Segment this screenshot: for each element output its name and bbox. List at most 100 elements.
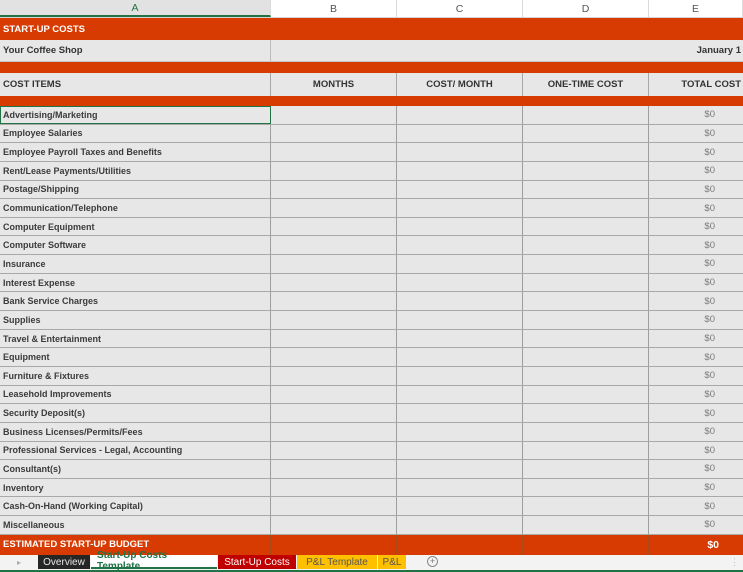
- cost-item[interactable]: Postage/Shipping: [0, 180, 271, 199]
- budget-total[interactable]: $0: [649, 535, 743, 555]
- cost-item[interactable]: Miscellaneous: [0, 516, 271, 534]
- months-cell[interactable]: [271, 161, 397, 180]
- months-cell[interactable]: [271, 124, 397, 143]
- date-label[interactable]: January 1: [271, 40, 743, 61]
- column-header-e[interactable]: E: [649, 0, 743, 17]
- cost-item[interactable]: Furniture & Fixtures: [0, 366, 271, 385]
- one-time-cell[interactable]: [523, 348, 649, 366]
- total-cell[interactable]: $0: [649, 143, 743, 161]
- one-time-cell[interactable]: [523, 180, 649, 199]
- one-time-cell[interactable]: [523, 199, 649, 217]
- column-header-a[interactable]: A: [0, 0, 271, 17]
- add-sheet-icon[interactable]: +: [427, 556, 438, 567]
- total-cell[interactable]: $0: [649, 386, 743, 404]
- cost-item[interactable]: Advertising/Marketing: [0, 106, 271, 124]
- cost-item[interactable]: Bank Service Charges: [0, 292, 271, 311]
- months-cell[interactable]: [271, 199, 397, 217]
- total-cell[interactable]: $0: [649, 292, 743, 310]
- one-time-cell[interactable]: [523, 143, 649, 161]
- cost-month-cell[interactable]: [397, 255, 523, 273]
- one-time-cell[interactable]: [523, 422, 649, 441]
- cost-month-cell[interactable]: [397, 311, 523, 329]
- cost-month-cell[interactable]: [397, 385, 523, 404]
- cost-item[interactable]: Insurance: [0, 255, 271, 273]
- cost-item[interactable]: Professional Services - Legal, Accountin…: [0, 441, 271, 460]
- months-cell[interactable]: [271, 385, 397, 404]
- cost-item[interactable]: Supplies: [0, 311, 271, 329]
- tab-start-up-costs-template[interactable]: Start-Up Costs Template: [91, 550, 217, 572]
- total-cell[interactable]: $0: [649, 162, 743, 180]
- business-name[interactable]: Your Coffee Shop: [0, 40, 271, 61]
- cost-month-cell[interactable]: [397, 516, 523, 534]
- one-time-cell[interactable]: [523, 478, 649, 497]
- months-cell[interactable]: [271, 180, 397, 199]
- total-cell[interactable]: $0: [649, 442, 743, 460]
- tab-scroll-icon[interactable]: ▸: [0, 555, 38, 569]
- cost-month-cell[interactable]: [397, 497, 523, 516]
- one-time-cell[interactable]: [523, 273, 649, 292]
- one-time-cell[interactable]: [523, 311, 649, 329]
- cost-item[interactable]: Inventory: [0, 478, 271, 497]
- cost-month-cell[interactable]: [397, 106, 523, 124]
- one-time-cell[interactable]: [523, 460, 649, 478]
- one-time-cell[interactable]: [523, 161, 649, 180]
- tab-pl-template[interactable]: P&L Template: [297, 555, 377, 569]
- cost-month-cell[interactable]: [397, 348, 523, 366]
- months-cell[interactable]: [271, 460, 397, 478]
- cost-item[interactable]: Equipment: [0, 348, 271, 366]
- total-cell[interactable]: $0: [649, 404, 743, 422]
- one-time-cell[interactable]: [523, 292, 649, 311]
- cost-month-cell[interactable]: [397, 366, 523, 385]
- cost-month-cell[interactable]: [397, 273, 523, 292]
- header-total-cost[interactable]: TOTAL COST: [649, 73, 743, 96]
- cost-item[interactable]: Consultant(s): [0, 460, 271, 478]
- cost-item[interactable]: Employee Salaries: [0, 124, 271, 143]
- cost-item[interactable]: Travel & Entertainment: [0, 329, 271, 348]
- header-one-time-cost[interactable]: ONE-TIME COST: [523, 73, 649, 96]
- total-cell[interactable]: $0: [649, 367, 743, 385]
- one-time-cell[interactable]: [523, 497, 649, 516]
- months-cell[interactable]: [271, 292, 397, 311]
- header-cost-items[interactable]: COST ITEMS: [0, 73, 271, 96]
- one-time-cell[interactable]: [523, 255, 649, 273]
- cost-month-cell[interactable]: [397, 404, 523, 422]
- cost-item[interactable]: Cash-On-Hand (Working Capital): [0, 497, 271, 516]
- months-cell[interactable]: [271, 441, 397, 460]
- months-cell[interactable]: [271, 404, 397, 422]
- total-cell[interactable]: $0: [649, 311, 743, 329]
- cost-item[interactable]: Leasehold Improvements: [0, 385, 271, 404]
- total-cell[interactable]: $0: [649, 423, 743, 441]
- months-cell[interactable]: [271, 516, 397, 534]
- budget-one-time-cell[interactable]: [523, 534, 649, 555]
- total-cell[interactable]: $0: [649, 255, 743, 273]
- header-cost-month[interactable]: COST/ MONTH: [397, 73, 523, 96]
- one-time-cell[interactable]: [523, 441, 649, 460]
- sheet-title[interactable]: START-UP COSTS: [0, 18, 743, 40]
- more-options-icon[interactable]: ⋮: [730, 557, 739, 568]
- cost-month-cell[interactable]: [397, 180, 523, 199]
- cost-item[interactable]: Employee Payroll Taxes and Benefits: [0, 143, 271, 161]
- total-cell[interactable]: $0: [649, 274, 743, 292]
- column-header-d[interactable]: D: [523, 0, 649, 17]
- total-cell[interactable]: $0: [649, 497, 743, 515]
- months-cell[interactable]: [271, 236, 397, 255]
- total-cell[interactable]: $0: [649, 181, 743, 199]
- column-header-c[interactable]: C: [397, 0, 523, 17]
- total-cell[interactable]: $0: [649, 236, 743, 254]
- total-cell[interactable]: $0: [649, 125, 743, 143]
- tab-overview[interactable]: Overview: [38, 555, 90, 569]
- cost-month-cell[interactable]: [397, 143, 523, 161]
- budget-months-cell[interactable]: [271, 534, 397, 555]
- one-time-cell[interactable]: [523, 124, 649, 143]
- one-time-cell[interactable]: [523, 516, 649, 534]
- cost-month-cell[interactable]: [397, 478, 523, 497]
- cost-month-cell[interactable]: [397, 161, 523, 180]
- cost-item[interactable]: Computer Software: [0, 236, 271, 255]
- months-cell[interactable]: [271, 366, 397, 385]
- months-cell[interactable]: [271, 143, 397, 161]
- tab-start-up-costs[interactable]: Start-Up Costs: [218, 555, 296, 569]
- one-time-cell[interactable]: [523, 329, 649, 348]
- total-cell[interactable]: $0: [649, 460, 743, 478]
- cost-month-cell[interactable]: [397, 460, 523, 478]
- cost-month-cell[interactable]: [397, 329, 523, 348]
